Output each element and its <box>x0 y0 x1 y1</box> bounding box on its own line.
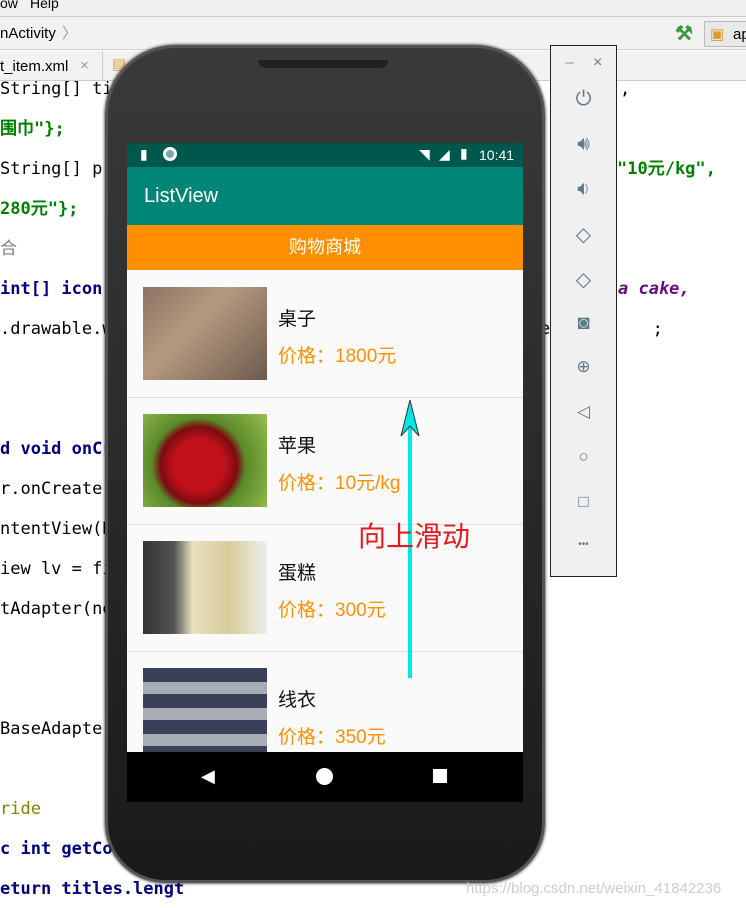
code-line: c int getCo <box>0 839 113 859</box>
battery-icon: ▮ <box>460 145 468 161</box>
item-price: 价格：1800元 <box>278 346 397 367</box>
breadcrumb[interactable]: nActivity <box>0 25 56 42</box>
overview-icon[interactable]: □ <box>551 492 616 512</box>
shop-header: 购物商城 <box>127 225 523 270</box>
code-line: String[] pr <box>0 159 113 179</box>
close-button[interactable]: × <box>593 54 602 72</box>
item-price: 价格：350元 <box>278 727 386 748</box>
sweater-image <box>143 668 267 761</box>
menu-window[interactable]: ow <box>0 0 18 10</box>
list-item[interactable]: 苹果 价格：10元/kg <box>127 398 523 525</box>
tab-list-item-xml[interactable]: t_item.xml × <box>0 51 103 81</box>
code-line: 280元"}; <box>0 199 79 219</box>
wifi-icon: ◥ <box>419 146 430 162</box>
code-line: ntentView(R <box>0 519 113 539</box>
item-name: 线衣 <box>278 690 317 711</box>
code-line: int[] icon <box>0 279 103 299</box>
power-icon[interactable]: ⏻ <box>551 88 616 111</box>
back-icon[interactable]: ◀ <box>201 766 215 787</box>
item-price: 价格：300元 <box>278 600 386 621</box>
code-line: ride <box>0 799 41 819</box>
rotate-left-icon[interactable]: ◇ <box>551 222 616 247</box>
code-line: a cake, <box>618 279 690 299</box>
app-bar: ListView <box>127 167 523 225</box>
code-line: r.onCreate( <box>0 479 113 499</box>
swipe-annotation: 向上滑动 <box>358 521 471 552</box>
back-icon[interactable]: ◁ <box>551 402 616 422</box>
table-image <box>143 287 267 380</box>
code-line: tAdapter(ne <box>0 599 113 619</box>
sd-card-icon: ▮ <box>140 146 148 162</box>
cake-image <box>143 541 267 634</box>
close-tab-icon[interactable]: × <box>80 57 89 74</box>
emulator-control-panel: – × ⏻ 🔊︎ 🔉︎ ◇ ◇ ◙ ⊕ ◁ ○ □ ••• <box>550 45 617 577</box>
apple-image <box>143 414 267 507</box>
code-line: "10元/kg", <box>617 159 716 179</box>
phone-screen[interactable]: ▮ ◥ ◢ ▮ 10:41 ListView 购物商城 桌子 价格：1800元 … <box>127 143 523 802</box>
item-name: 蛋糕 <box>278 563 317 584</box>
build-hammer-icon[interactable]: ⚒ <box>675 21 693 46</box>
run-config-select[interactable]: ▣ ap <box>704 21 746 47</box>
list-item[interactable]: 桌子 价格：1800元 <box>127 271 523 398</box>
home-icon[interactable] <box>316 768 333 785</box>
signal-icon: ◢ <box>439 146 450 162</box>
run-config-label: ap <box>733 26 746 43</box>
volume-up-icon[interactable]: 🔊︎ <box>551 133 616 156</box>
app-title: ListView <box>144 185 219 207</box>
menu-bar: ow Help <box>0 0 746 17</box>
clock: 10:41 <box>479 147 515 163</box>
speaker-grille <box>258 60 388 68</box>
chevron-right-icon: 〉 <box>62 25 78 42</box>
status-bar: ▮ ◥ ◢ ▮ 10:41 <box>127 143 523 167</box>
menu-help[interactable]: Help <box>30 0 59 10</box>
volume-down-icon[interactable]: 🔉︎ <box>551 178 616 201</box>
code-line: .drawable.w <box>0 319 113 339</box>
more-icon[interactable]: ••• <box>551 539 616 550</box>
app-module-icon: ▣ <box>710 26 725 43</box>
code-line: 合 <box>0 239 17 259</box>
home-icon[interactable]: ○ <box>551 447 616 467</box>
code-line: iew lv = fi <box>0 559 113 579</box>
recents-icon[interactable] <box>433 769 447 783</box>
tab-label: t_item.xml <box>0 58 69 75</box>
code-line: String[] ti <box>0 79 113 99</box>
watermark: https://blog.csdn.net/weixin_41842236 <box>466 880 722 897</box>
sync-icon <box>163 147 177 161</box>
code-line: , <box>620 79 631 99</box>
item-name: 桌子 <box>278 309 317 330</box>
code-line: d void onCr <box>0 439 113 459</box>
code-line: BaseAdapter <box>0 719 113 739</box>
code-line: 围巾"}; <box>0 119 65 139</box>
camera-icon[interactable]: ◙ <box>551 312 616 335</box>
system-nav-bar: ◀ <box>127 752 523 802</box>
item-name: 苹果 <box>278 436 317 457</box>
zoom-icon[interactable]: ⊕ <box>551 357 616 377</box>
item-price: 价格：10元/kg <box>278 473 401 494</box>
minimize-button[interactable]: – <box>565 54 574 72</box>
rotate-right-icon[interactable]: ◇ <box>551 267 616 292</box>
